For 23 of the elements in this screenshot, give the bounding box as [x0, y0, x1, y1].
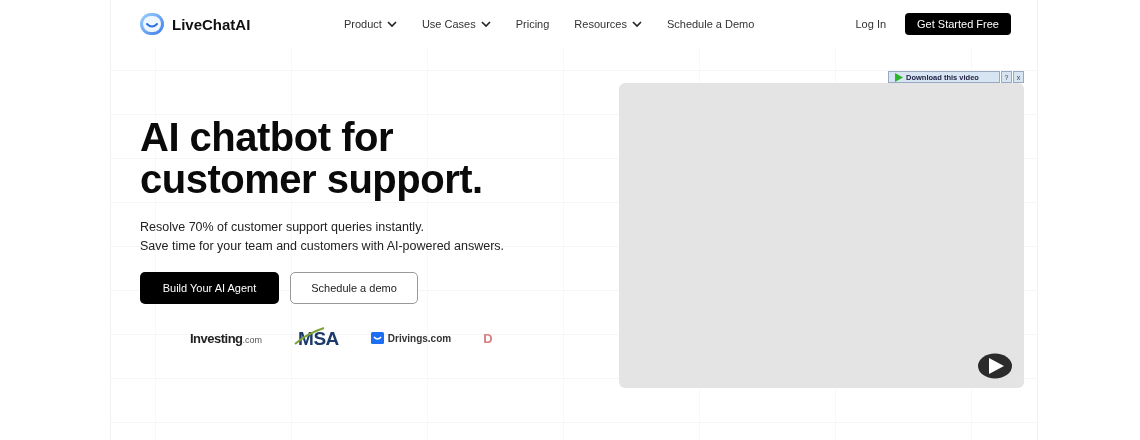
build-agent-button[interactable]: Build Your AI Agent: [140, 272, 279, 304]
nav-item[interactable]: Use Cases: [421, 18, 491, 30]
brand-name[interactable]: LiveChatAI: [172, 15, 251, 33]
chevron-down-icon: [386, 20, 397, 28]
nav-item[interactable]: Resources: [574, 18, 642, 30]
nav-item[interactable]: Schedule a Demo: [666, 18, 755, 30]
schedule-demo-button[interactable]: Schedule a demo: [290, 272, 418, 304]
chevron-down-icon: [631, 20, 642, 28]
get-started-button[interactable]: Get Started Free: [905, 13, 1011, 35]
nav-item[interactable]: Product: [344, 18, 397, 30]
play-icon: [895, 72, 903, 82]
hero-title: AI chatbot for customer support.: [140, 116, 484, 200]
company-logo: Investing.com: [190, 330, 263, 347]
hero-subtitle: Resolve 70% of customer support queries instantly. Save time for your team and customers with AI-powered answers.: [140, 219, 506, 255]
company-logo: MSA: [294, 326, 339, 350]
chevron-down-icon: [480, 20, 491, 28]
login-link[interactable]: Log In: [855, 18, 887, 30]
nav-item[interactable]: Pricing: [515, 18, 550, 30]
play-button-icon: [978, 353, 1012, 379]
company-logo: D: [483, 330, 493, 346]
company-logo: Drivings.com: [387, 332, 452, 344]
logo-icon: [139, 12, 165, 36]
smile-icon: [370, 332, 384, 344]
